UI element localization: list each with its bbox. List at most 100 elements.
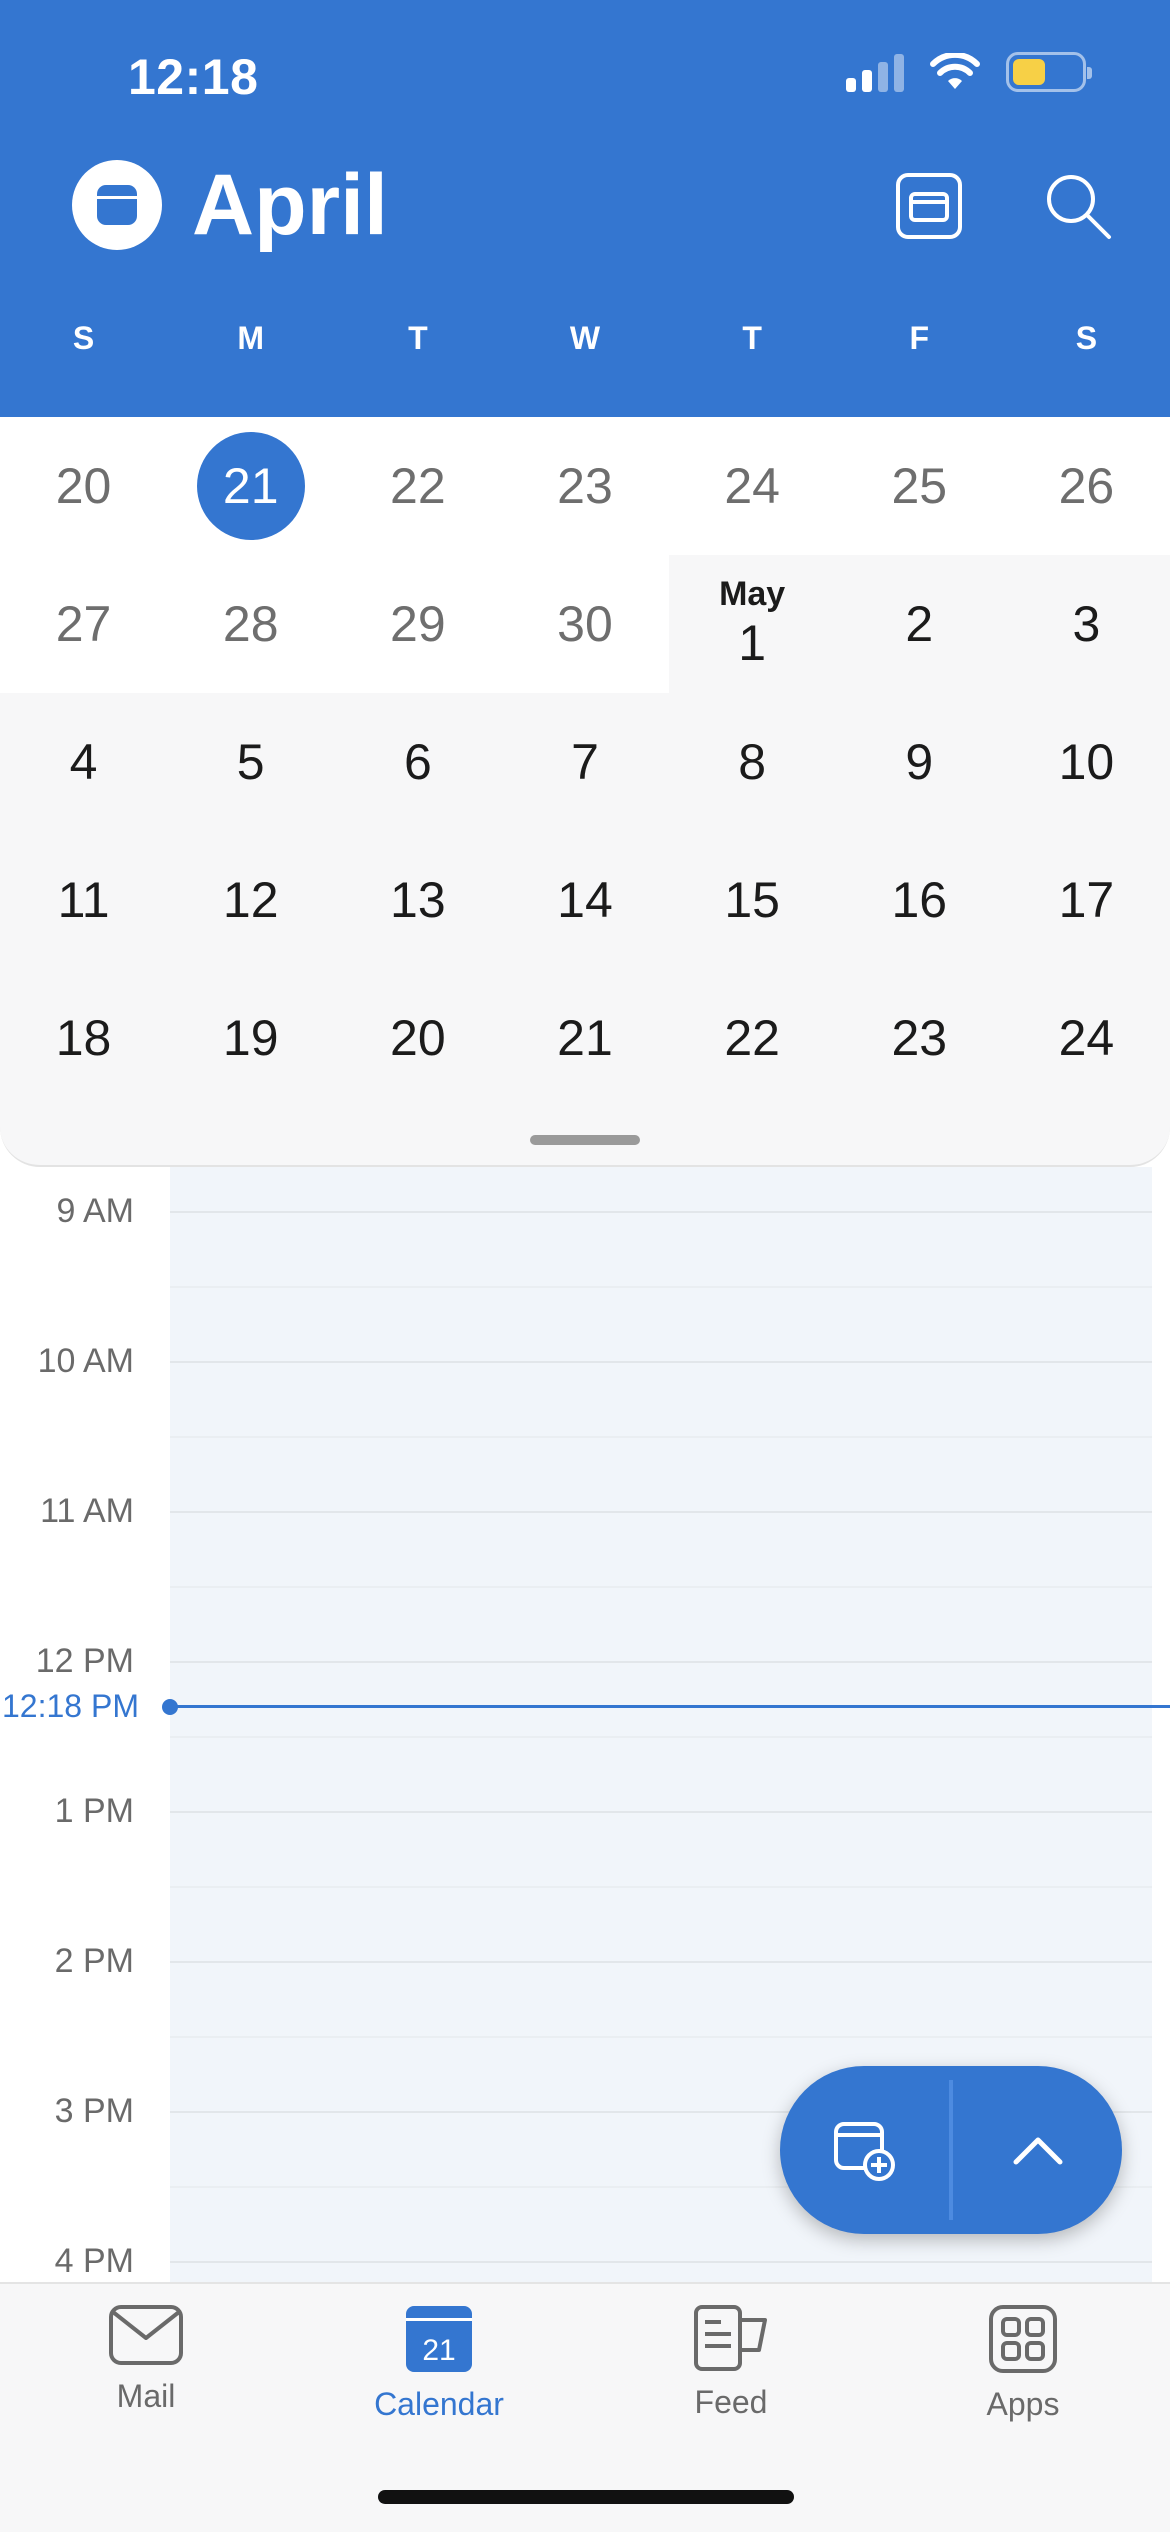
week-row: 20 21 22 23 24 25 26 <box>0 417 1170 555</box>
calendar-icon <box>97 185 137 225</box>
date-cell[interactable]: 23 <box>836 969 1003 1107</box>
date-cell[interactable]: 8 <box>669 693 836 831</box>
cellular-signal-icon <box>846 52 904 92</box>
date-cell[interactable]: 19 <box>167 969 334 1107</box>
tab-label: Mail <box>116 2378 176 2414</box>
date-cell[interactable]: 21 <box>501 969 668 1107</box>
date-cell[interactable]: 15 <box>669 831 836 969</box>
tab-mail[interactable]: Mail <box>46 2304 246 2415</box>
half-hour-line <box>170 1736 1152 1738</box>
date-cell[interactable]: 2 <box>836 555 1003 693</box>
date-cell[interactable]: 10 <box>1003 693 1170 831</box>
wifi-icon <box>930 53 980 89</box>
home-indicator[interactable] <box>378 2490 794 2504</box>
hour-line <box>170 1961 1152 1963</box>
week-row: 11 12 13 14 15 16 17 <box>0 831 1170 969</box>
hour-line <box>170 1811 1152 1813</box>
date-cell[interactable]: 16 <box>836 831 1003 969</box>
date-cell[interactable]: 11 <box>0 831 167 969</box>
date-cell[interactable]: 4 <box>0 693 167 831</box>
weekday-label: S <box>72 320 95 356</box>
calendar-badge-date: 21 <box>422 2334 455 2367</box>
hour-line <box>170 1511 1152 1513</box>
half-hour-line <box>170 1286 1152 1288</box>
weekday-label: S <box>1075 320 1098 356</box>
date-cell[interactable]: 20 <box>334 969 501 1107</box>
hour-label: 12 PM <box>35 1642 134 1680</box>
date-cell[interactable]: 24 <box>1003 969 1170 1107</box>
status-time: 12:18 <box>128 49 259 105</box>
hour-label: 2 PM <box>54 1942 134 1980</box>
date-cell[interactable]: 25 <box>835 417 1003 555</box>
drag-handle[interactable] <box>530 1135 640 1145</box>
floating-action-group <box>780 2066 1122 2234</box>
weekday-row: S M T W T F S <box>0 320 1170 357</box>
hour-line <box>170 1211 1152 1213</box>
date-cell-today[interactable]: 21 <box>167 417 335 555</box>
current-time-dot <box>162 1699 178 1715</box>
title-row: April <box>72 160 388 250</box>
date-cell[interactable]: 17 <box>1003 831 1170 969</box>
half-hour-line <box>170 2036 1152 2038</box>
week-row: 4 5 6 7 8 9 10 <box>0 693 1170 831</box>
date-cell[interactable]: 20 <box>0 417 168 555</box>
hour-label: 11 AM <box>40 1492 134 1530</box>
date-cell[interactable]: 24 <box>668 417 836 555</box>
hour-line <box>170 1361 1152 1363</box>
tab-label: Feed <box>694 2384 768 2420</box>
day-view-icon <box>896 173 962 239</box>
weekday-label: W <box>569 320 601 356</box>
date-cell[interactable]: 14 <box>501 831 668 969</box>
date-cell[interactable]: 7 <box>501 693 668 831</box>
new-event-button[interactable] <box>780 2066 949 2234</box>
date-cell[interactable]: 5 <box>167 693 334 831</box>
chevron-up-icon <box>1013 2137 1062 2165</box>
hour-label: 1 PM <box>54 1792 134 1830</box>
hour-label: 4 PM <box>54 2242 134 2280</box>
date-cell[interactable]: 18 <box>0 969 167 1107</box>
expand-button[interactable] <box>953 2066 1122 2234</box>
tab-feed[interactable]: Feed <box>631 2304 831 2421</box>
header: 12:18 April S M T W T F S <box>0 0 1170 417</box>
battery-icon <box>1006 52 1092 92</box>
tab-apps[interactable]: Apps <box>923 2304 1123 2423</box>
tab-label: Apps <box>986 2386 1060 2422</box>
weekday-label: T <box>742 320 762 356</box>
mail-icon <box>109 2305 183 2365</box>
date-cell[interactable]: 29 <box>334 555 502 693</box>
date-cell[interactable]: 12 <box>167 831 334 969</box>
tab-label: Calendar <box>374 2386 504 2422</box>
hour-line <box>170 2261 1152 2263</box>
current-time-label: 12:18 PM <box>2 1688 139 1724</box>
date-cell[interactable]: 9 <box>836 693 1003 831</box>
date-cell[interactable]: 22 <box>669 969 836 1107</box>
week-row: 27 28 29 30 May 1 2 3 <box>0 555 1170 693</box>
week-row: 18 19 20 21 22 23 24 <box>0 969 1170 1107</box>
search-button[interactable] <box>1042 170 1114 242</box>
weekday-label: F <box>909 320 930 356</box>
day-view-button[interactable] <box>893 170 965 242</box>
date-cell-month-start[interactable]: May 1 <box>669 555 836 693</box>
feed-icon <box>694 2305 767 2371</box>
date-cell[interactable]: 26 <box>1002 417 1170 555</box>
tab-calendar[interactable]: 21 Calendar <box>339 2304 539 2423</box>
current-time-line <box>170 1705 1170 1708</box>
half-hour-line <box>170 1886 1152 1888</box>
date-cell[interactable]: 22 <box>334 417 502 555</box>
date-cell[interactable]: 23 <box>501 417 669 555</box>
weekday-label: M <box>237 320 265 356</box>
date-cell[interactable]: 6 <box>334 693 501 831</box>
month-title[interactable]: April <box>192 162 388 248</box>
calendar-icon: 21 <box>406 2306 472 2372</box>
date-cell[interactable]: 13 <box>334 831 501 969</box>
weekday-label: T <box>408 320 428 356</box>
apps-icon <box>989 2305 1057 2373</box>
date-cell[interactable]: 3 <box>1003 555 1170 693</box>
status-icons <box>846 52 1092 92</box>
date-cell[interactable]: 27 <box>0 555 168 693</box>
date-cell[interactable]: 28 <box>167 555 335 693</box>
search-icon <box>1047 175 1111 239</box>
hour-label: 3 PM <box>54 2092 134 2130</box>
account-avatar[interactable] <box>72 160 162 250</box>
date-cell[interactable]: 30 <box>501 555 669 693</box>
